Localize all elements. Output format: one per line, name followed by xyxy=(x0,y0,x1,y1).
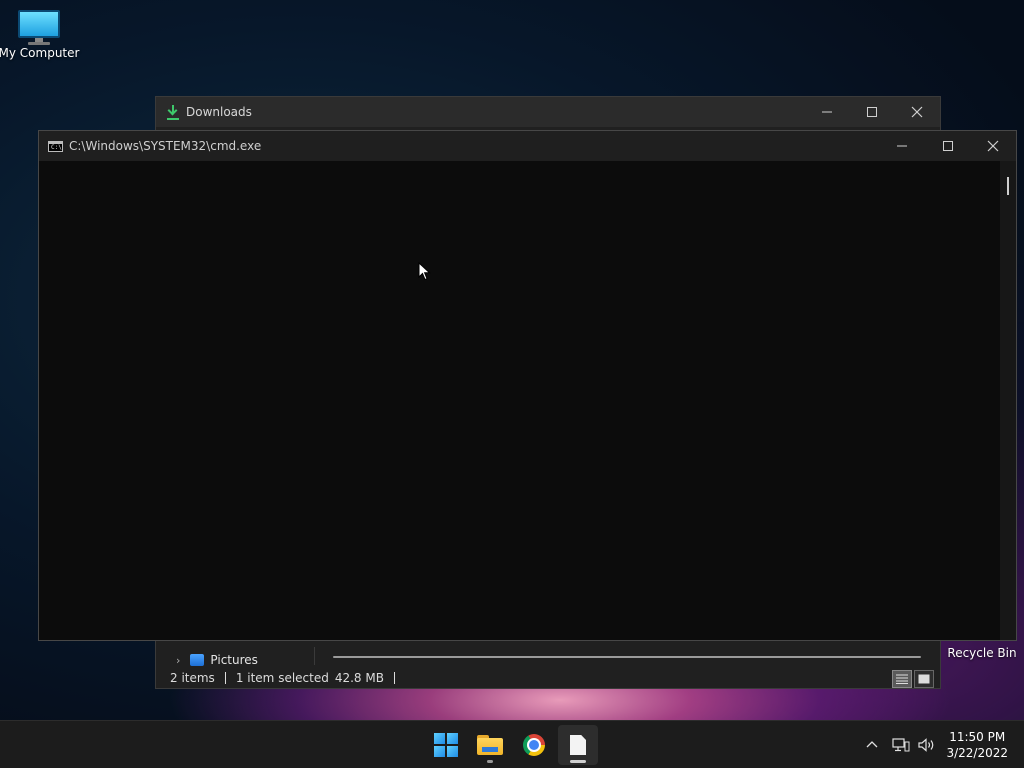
network-button[interactable] xyxy=(892,721,910,768)
close-button[interactable] xyxy=(894,97,940,127)
maximize-icon xyxy=(943,141,953,151)
mouse-cursor-icon xyxy=(418,262,431,281)
speaker-icon xyxy=(918,738,934,752)
start-button[interactable] xyxy=(426,725,466,765)
taskbar: 11:50 PM 3/22/2022 xyxy=(0,720,1024,768)
close-button[interactable] xyxy=(970,131,1016,161)
maximize-button[interactable] xyxy=(849,97,895,127)
maximize-icon xyxy=(867,107,877,117)
show-hidden-icons-button[interactable] xyxy=(864,721,880,768)
maximize-button[interactable] xyxy=(925,131,971,161)
window-title: Downloads xyxy=(186,105,252,119)
nav-item-pictures[interactable]: › Pictures xyxy=(156,650,258,670)
details-view-icon xyxy=(896,674,908,684)
file-explorer-taskbar-button[interactable] xyxy=(470,725,510,765)
downloads-titlebar[interactable]: Downloads xyxy=(156,97,940,127)
status-separator xyxy=(224,672,226,684)
folder-icon xyxy=(477,735,503,755)
active-indicator xyxy=(570,760,586,763)
close-icon xyxy=(987,140,999,152)
vertical-scrollbar[interactable] xyxy=(1000,161,1016,640)
status-bar: 2 items 1 item selected 42.8 MB xyxy=(156,668,940,688)
desktop-icon-label: My Computer xyxy=(0,46,80,60)
volume-button[interactable] xyxy=(917,721,937,768)
window-title: C:\Windows\SYSTEM32\cmd.exe xyxy=(69,139,262,153)
selected-size: 42.8 MB xyxy=(334,671,384,685)
minimize-button[interactable] xyxy=(879,131,925,161)
pictures-folder-icon xyxy=(190,654,205,666)
windows-logo-icon xyxy=(434,733,458,757)
status-separator xyxy=(393,672,395,684)
monitor-icon xyxy=(18,10,60,45)
document-icon xyxy=(570,735,586,755)
cmd-titlebar[interactable]: C:\ C:\Windows\SYSTEM32\cmd.exe xyxy=(39,131,1016,161)
chevron-up-icon xyxy=(866,741,878,748)
cmd-taskbar-button[interactable] xyxy=(558,725,598,765)
cmd-icon: C:\ xyxy=(48,140,63,152)
chrome-icon xyxy=(523,734,545,756)
clock[interactable]: 11:50 PM 3/22/2022 xyxy=(946,729,1008,761)
item-count: 2 items xyxy=(170,671,215,685)
chevron-right-icon[interactable]: › xyxy=(176,654,180,667)
chrome-taskbar-button[interactable] xyxy=(514,725,554,765)
network-icon xyxy=(892,738,910,752)
cmd-window: C:\ C:\Windows\SYSTEM32\cmd.exe xyxy=(38,130,1017,641)
pane-splitter[interactable] xyxy=(314,647,315,665)
downloads-lower-area: › Pictures 2 items 1 item selected 42.8 … xyxy=(156,642,940,688)
large-icons-view-icon xyxy=(918,674,930,684)
download-icon xyxy=(166,104,180,120)
minimize-button[interactable] xyxy=(804,97,850,127)
clock-time: 11:50 PM xyxy=(949,730,1006,744)
horizontal-scrollbar[interactable] xyxy=(333,656,921,658)
running-indicator xyxy=(487,760,493,763)
scrollbar-thumb[interactable] xyxy=(1007,177,1009,195)
desktop-icon-label: Recycle Bin xyxy=(947,646,1017,660)
clock-date: 3/22/2022 xyxy=(946,746,1008,760)
minimize-icon xyxy=(897,145,907,147)
desktop-icon-recycle-bin[interactable]: Recycle Bin xyxy=(940,646,1024,660)
large-icons-view-button[interactable] xyxy=(914,670,934,688)
details-view-button[interactable] xyxy=(892,670,912,688)
view-toggle xyxy=(892,670,934,688)
minimize-icon xyxy=(822,111,832,113)
selected-count: 1 item selected xyxy=(235,671,329,685)
close-icon xyxy=(911,106,923,118)
desktop-icon-my-computer[interactable]: My Computer xyxy=(0,10,82,60)
console-output[interactable] xyxy=(39,161,1001,640)
nav-item-label: Pictures xyxy=(210,653,258,667)
